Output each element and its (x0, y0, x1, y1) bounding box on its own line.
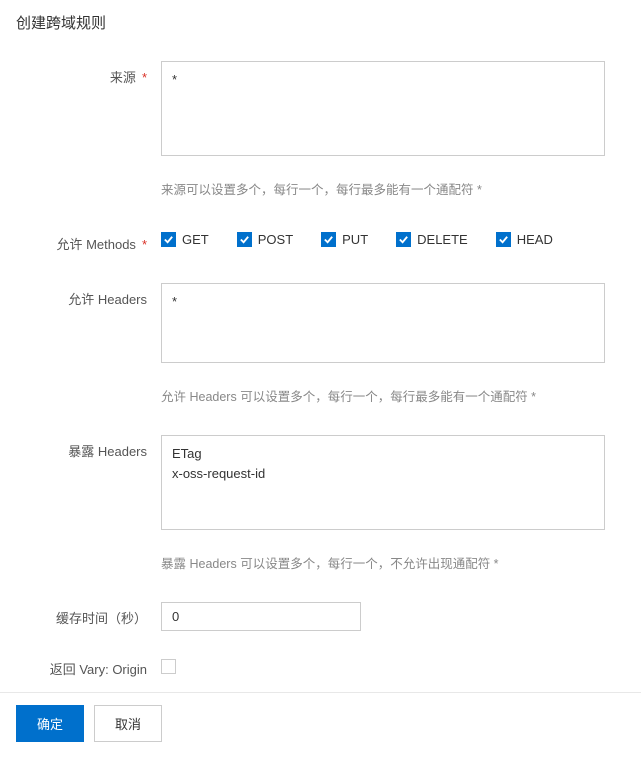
checkbox-get[interactable]: GET (161, 232, 209, 247)
checkbox-post[interactable]: POST (237, 232, 293, 247)
required-mark: * (142, 237, 147, 252)
check-icon (237, 232, 252, 247)
label-expose-headers: 暴露 Headers (16, 435, 161, 592)
check-icon (321, 232, 336, 247)
label-methods: 允许 Methods* (16, 228, 161, 253)
check-icon (161, 232, 176, 247)
label-cache-time: 缓存时间（秒） (16, 602, 161, 631)
checkbox-put[interactable]: PUT (321, 232, 368, 247)
cache-time-input[interactable] (161, 602, 361, 631)
expose-headers-hint: 暴露 Headers 可以设置多个，每行一个，不允许出现通配符 * (161, 553, 605, 572)
checkbox-label: PUT (342, 232, 368, 247)
ok-button[interactable]: 确定 (16, 705, 84, 742)
expose-headers-textarea[interactable] (161, 435, 605, 530)
checkbox-label: DELETE (417, 232, 468, 247)
label-vary-origin: 返回 Vary: Origin (16, 653, 161, 678)
methods-checkbox-group: GET POST PUT (161, 228, 605, 247)
origin-hint: 来源可以设置多个，每行一个，每行最多能有一个通配符 * (161, 179, 605, 198)
check-icon (496, 232, 511, 247)
allow-headers-textarea[interactable] (161, 283, 605, 363)
label-origin: 来源* (16, 61, 161, 218)
cancel-button[interactable]: 取消 (94, 705, 162, 742)
checkbox-delete[interactable]: DELETE (396, 232, 468, 247)
checkbox-label: HEAD (517, 232, 553, 247)
origin-textarea[interactable] (161, 61, 605, 156)
check-icon (396, 232, 411, 247)
checkbox-head[interactable]: HEAD (496, 232, 553, 247)
dialog-title: 创建跨域规则 (16, 12, 625, 33)
vary-origin-checkbox[interactable] (161, 659, 176, 674)
checkbox-label: GET (182, 232, 209, 247)
checkbox-label: POST (258, 232, 293, 247)
dialog-footer: 确定 取消 (0, 692, 641, 754)
required-mark: * (142, 70, 147, 85)
label-allow-headers: 允许 Headers (16, 283, 161, 425)
allow-headers-hint: 允许 Headers 可以设置多个，每行一个，每行最多能有一个通配符 * (161, 386, 605, 405)
